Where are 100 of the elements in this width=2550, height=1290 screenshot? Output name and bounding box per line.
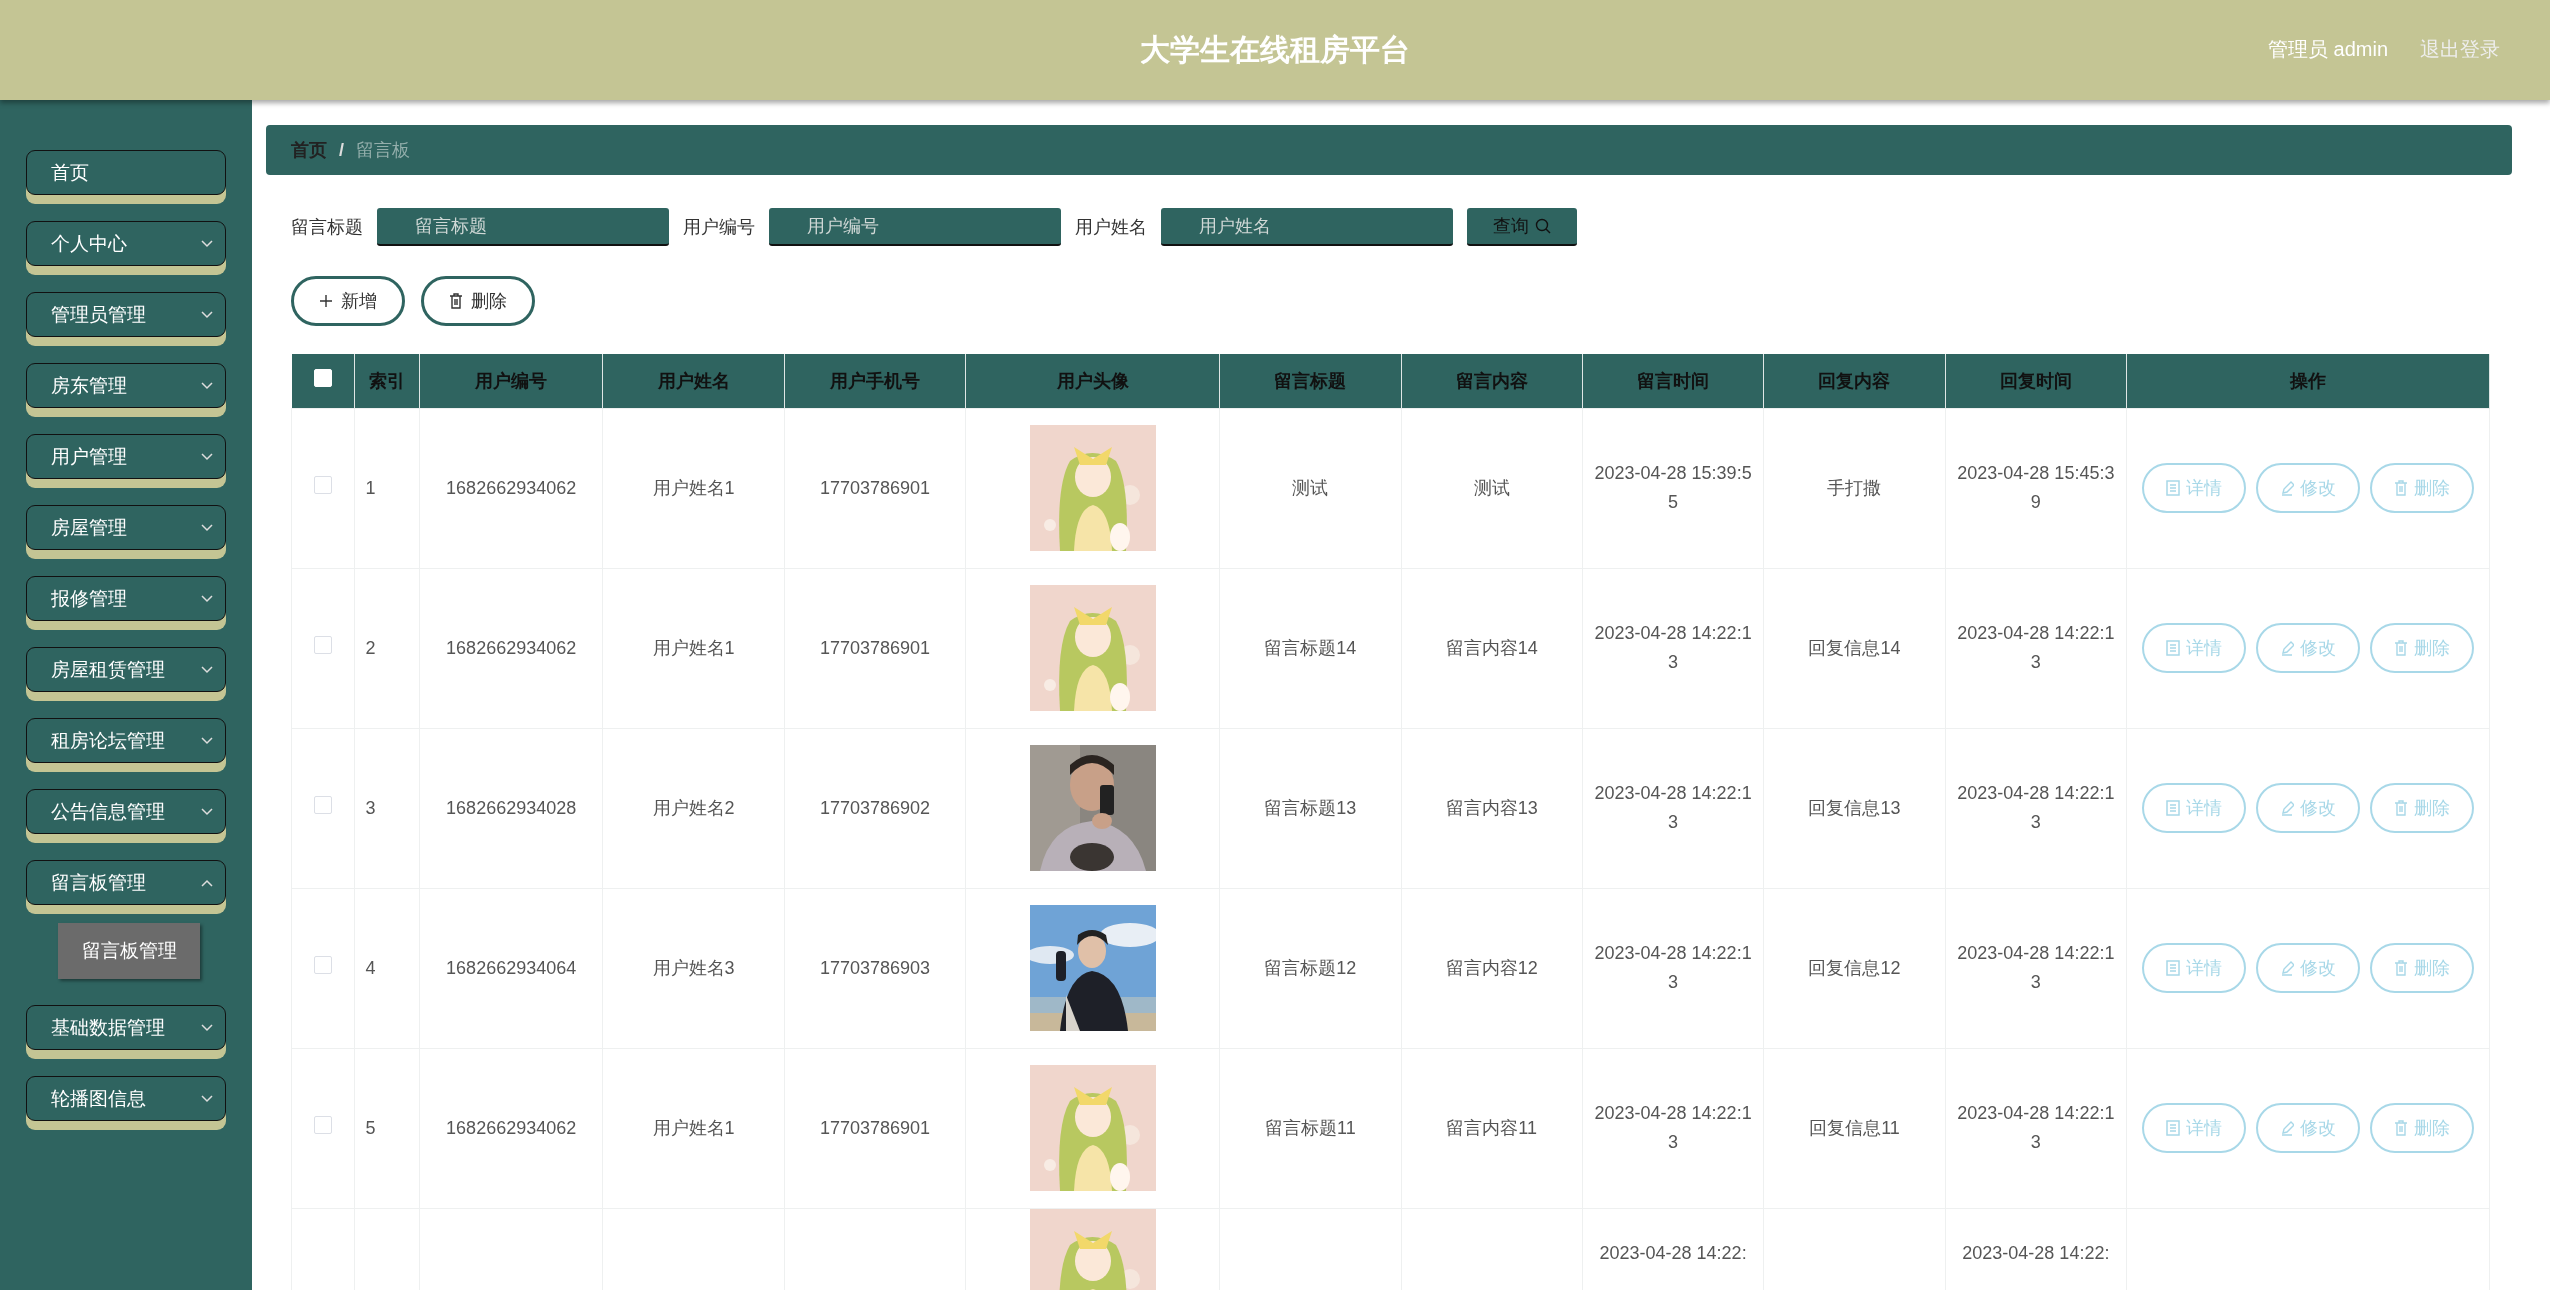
details-button[interactable]: 详情	[2142, 783, 2247, 833]
submenu-item[interactable]: 留言板管理	[58, 923, 200, 979]
details-button[interactable]: 详情	[2142, 623, 2247, 673]
table-cell: 2023-04-28 14:22:13	[1594, 783, 1752, 832]
delete-button[interactable]: 删除	[2370, 623, 2475, 673]
delete-button[interactable]: 删除	[2370, 463, 2475, 513]
table-cell: 用户姓名2	[652, 797, 735, 818]
delete-button[interactable]: 删除	[2370, 943, 2475, 993]
sidebar-item-label: 房屋管理	[51, 515, 127, 540]
pencil-icon	[2280, 800, 2295, 816]
table-cell: 留言内容14	[1445, 637, 1538, 658]
table-cell: 2023-04-28 15:39:55	[1594, 463, 1752, 512]
search-field[interactable]: 用户编号	[769, 208, 1061, 246]
details-button[interactable]: 详情	[2142, 943, 2247, 993]
sidebar-item-label: 管理员管理	[51, 302, 146, 327]
delete-button[interactable]: 删除	[421, 276, 535, 326]
delete-button[interactable]: 删除	[2370, 783, 2475, 833]
column-header: 留言时间	[1582, 354, 1764, 408]
table-cell: 1682662934062	[446, 637, 577, 658]
table-cell: 2023-04-28 14:22:	[1599, 1242, 1747, 1263]
search-field[interactable]: 用户姓名	[1161, 208, 1453, 246]
table-cell: 用户姓名1	[652, 1117, 735, 1138]
sidebar-item-label: 用户管理	[51, 444, 127, 469]
trash-icon	[2394, 480, 2409, 496]
table-cell: 测试	[1292, 477, 1329, 498]
table-cell: 回复信息13	[1808, 797, 1901, 818]
table-cell: 1682662934062	[446, 1117, 577, 1138]
delete-button[interactable]: 删除	[2370, 1103, 2475, 1153]
table-cell: 手打撒	[1827, 477, 1882, 498]
document-icon	[2166, 640, 2181, 656]
document-icon	[2166, 1120, 2181, 1136]
edit-button[interactable]: 修改	[2256, 783, 2361, 833]
table-cell: 17703786901	[819, 1117, 930, 1138]
table-cell: 用户姓名1	[652, 637, 735, 658]
plus-icon	[319, 294, 333, 308]
table-cell: 留言标题13	[1264, 797, 1357, 818]
table-cell: 回复信息12	[1808, 957, 1901, 978]
logout-link[interactable]: 退出登录	[2420, 36, 2500, 63]
column-header: 留言标题	[1219, 354, 1401, 408]
details-button[interactable]: 详情	[2142, 463, 2247, 513]
table-cell: 留言标题12	[1264, 957, 1357, 978]
column-header: 留言内容	[1401, 354, 1583, 408]
field-label: 用户姓名	[1075, 216, 1147, 239]
table-cell: 留言标题14	[1264, 637, 1357, 658]
select-all-checkbox[interactable]	[314, 369, 332, 388]
edit-button[interactable]: 修改	[2256, 623, 2361, 673]
column-header: 索引	[355, 354, 420, 408]
column-header: 用户手机号	[784, 354, 966, 408]
pencil-icon	[2280, 480, 2295, 496]
sidebar-item-label: 租房论坛管理	[51, 728, 165, 753]
edit-button[interactable]: 修改	[2256, 943, 2361, 993]
row-checkbox[interactable]	[314, 955, 333, 974]
table-cell: 2023-04-28 14:22:	[1962, 1242, 2110, 1263]
sidebar-item-label: 首页	[51, 160, 89, 185]
table-cell: 2023-04-28 14:22:13	[1957, 943, 2115, 992]
app-title: 大学生在线租房平台	[1140, 31, 1410, 68]
table-cell: 用户姓名1	[652, 477, 735, 498]
search-field[interactable]: 留言标题	[377, 208, 669, 246]
table-cell: 留言标题11	[1264, 1117, 1356, 1138]
table-cell: 1682662934062	[446, 477, 577, 498]
column-header: 回复时间	[1945, 354, 2127, 408]
row-checkbox[interactable]	[314, 795, 333, 814]
document-icon	[2166, 800, 2181, 816]
table-cell: 留言内容13	[1445, 797, 1538, 818]
pencil-icon	[2280, 1120, 2295, 1136]
details-button[interactable]: 详情	[2142, 1103, 2247, 1153]
table-cell: 5	[365, 1117, 376, 1138]
column-header: 操作	[2126, 354, 2490, 408]
trash-icon	[2394, 1120, 2409, 1136]
table-cell: 回复信息14	[1808, 637, 1901, 658]
pencil-icon	[2280, 640, 2295, 656]
document-icon	[2166, 480, 2181, 496]
table-cell: 用户姓名3	[652, 957, 735, 978]
field-label: 留言标题	[291, 216, 363, 239]
edit-button[interactable]: 修改	[2256, 463, 2361, 513]
breadcrumb-link[interactable]: 首页	[291, 138, 327, 162]
add-button[interactable]: 新增	[291, 276, 405, 326]
pencil-icon	[2280, 960, 2295, 976]
row-checkbox[interactable]	[314, 475, 333, 494]
table-cell: 17703786903	[819, 957, 930, 978]
row-checkbox[interactable]	[314, 1115, 333, 1134]
table-cell: 17703786901	[819, 477, 930, 498]
table-cell: 1682662934028	[446, 797, 577, 818]
table-cell: 1682662934064	[446, 957, 577, 978]
column-header: 用户头像	[965, 354, 1220, 408]
sidebar-item-label: 轮播图信息	[51, 1086, 146, 1111]
sidebar-item-label: 基础数据管理	[51, 1015, 165, 1040]
sidebar-item-label: 房屋租赁管理	[51, 657, 165, 682]
table-cell: 2023-04-28 15:45:39	[1957, 463, 2115, 512]
breadcrumb-current: 留言板	[356, 139, 410, 162]
table-cell: 2023-04-28 14:22:13	[1594, 1103, 1752, 1152]
search-button[interactable]: 查询	[1467, 208, 1577, 246]
row-checkbox[interactable]	[314, 635, 333, 654]
table-cell: 17703786901	[819, 637, 930, 658]
table-cell: 2023-04-28 14:22:13	[1957, 1103, 2115, 1152]
column-header: 用户姓名	[602, 354, 785, 408]
column-header: 用户编号	[419, 354, 603, 408]
edit-button[interactable]: 修改	[2256, 1103, 2361, 1153]
table-cell: 留言内容12	[1445, 957, 1538, 978]
table-cell: 1	[365, 477, 376, 498]
